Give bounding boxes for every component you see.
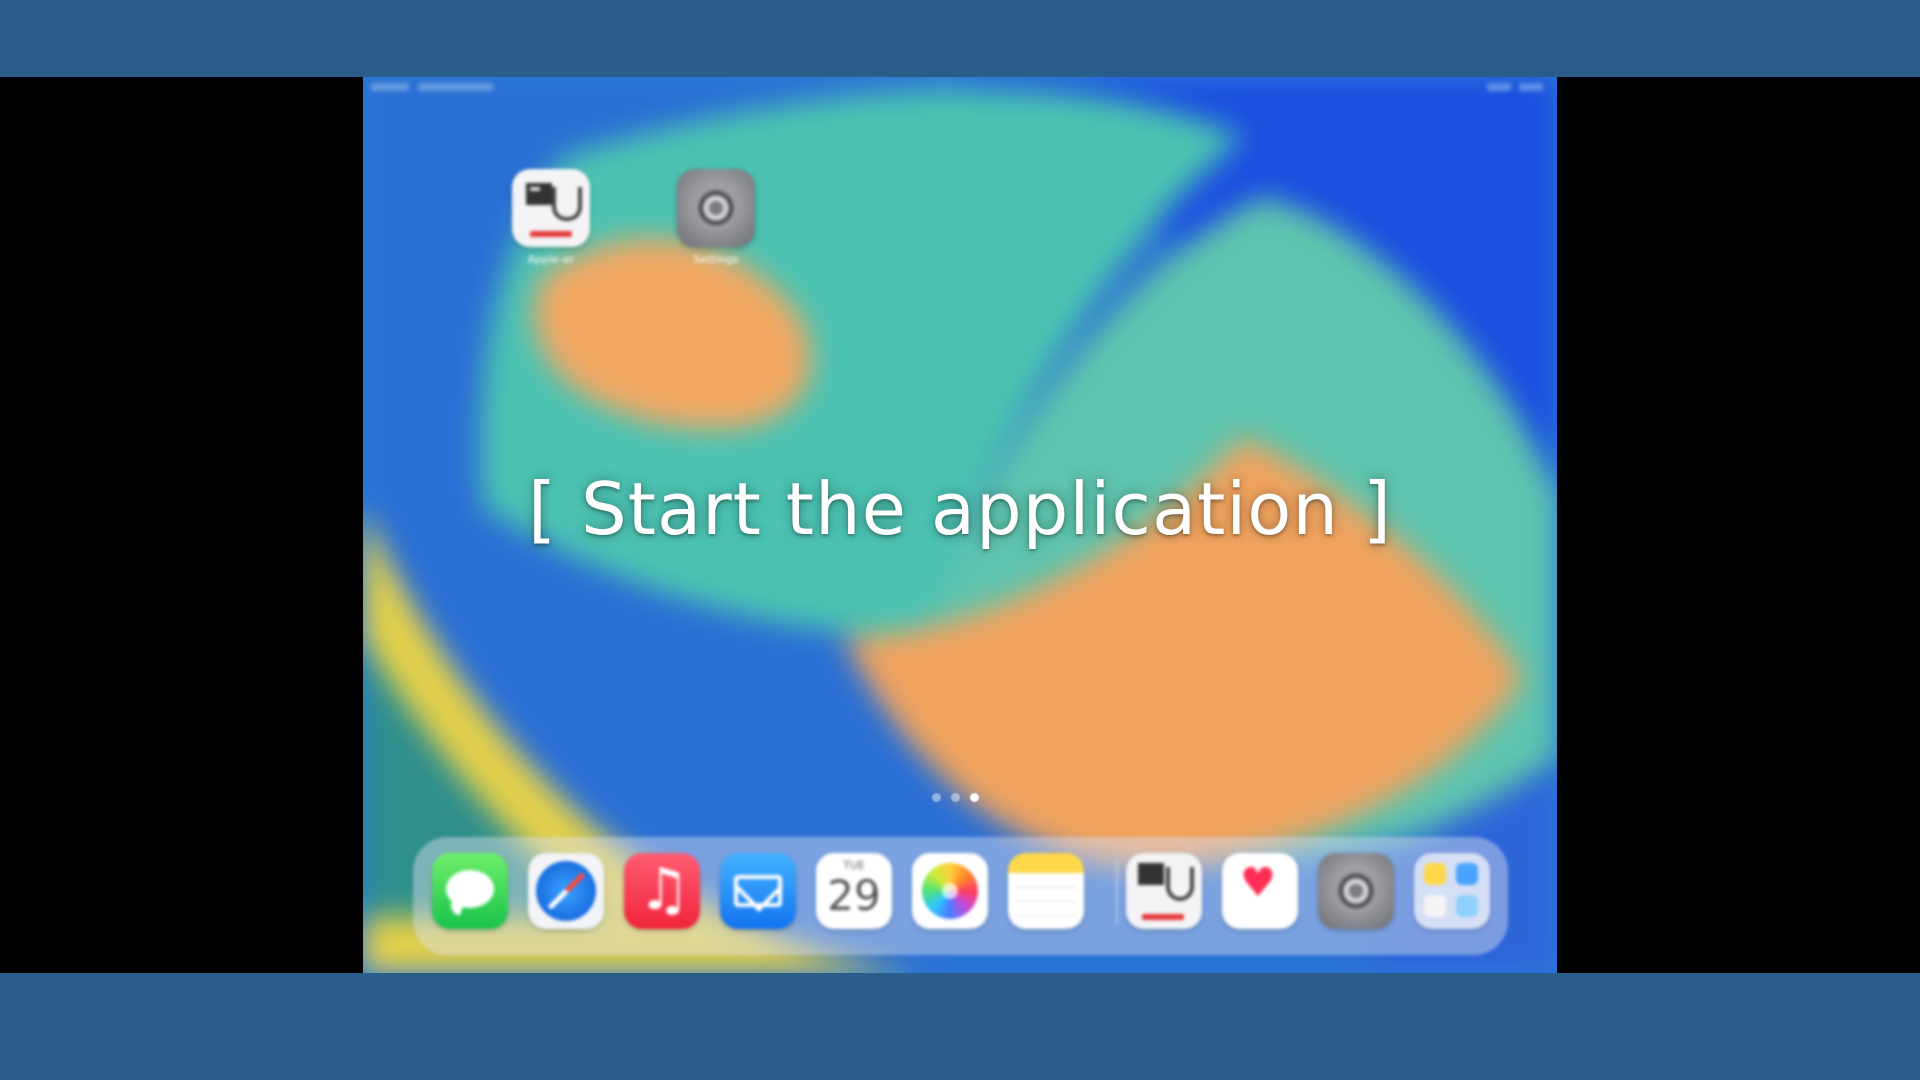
notes-icon[interactable] xyxy=(1008,853,1084,929)
calendar-date: 29 xyxy=(827,871,881,920)
home-app-settings[interactable]: Settings xyxy=(671,169,761,266)
health-heart-icon[interactable]: ♥ xyxy=(1222,853,1298,929)
wifi-icon xyxy=(1487,83,1511,91)
page-dot-current[interactable] xyxy=(970,793,979,802)
home-app-apple-er[interactable]: Apple-er xyxy=(506,169,596,266)
time-indicator xyxy=(371,83,409,91)
app-library-icon[interactable] xyxy=(1414,853,1490,929)
ipad-screen: Apple-er Settings [ Start the applicatio… xyxy=(363,77,1557,973)
page-dot[interactable] xyxy=(951,793,960,802)
battery-icon xyxy=(1519,83,1543,91)
dock-separator xyxy=(1116,859,1118,925)
app-label: Apple-er xyxy=(527,253,575,266)
overlay-caption: [ Start the application ] xyxy=(528,467,1392,551)
app-label: Settings xyxy=(693,253,739,266)
messages-icon[interactable] xyxy=(432,853,508,929)
page-indicator[interactable] xyxy=(932,793,979,805)
settings-gear-icon[interactable] xyxy=(1318,853,1394,929)
photos-flower-icon[interactable] xyxy=(912,853,988,929)
music-note-icon[interactable]: ♫ xyxy=(624,853,700,929)
demo-app-icon xyxy=(512,169,590,247)
top-frame-band xyxy=(0,0,1920,77)
demo-app-icon[interactable] xyxy=(1126,853,1202,929)
bottom-frame-band xyxy=(0,973,1920,1080)
date-indicator xyxy=(418,83,493,91)
status-bar xyxy=(363,77,1557,99)
settings-gear-icon xyxy=(677,169,755,247)
calendar-icon[interactable]: TUE 29 xyxy=(816,853,892,929)
page-dot[interactable] xyxy=(932,793,941,802)
mail-envelope-icon[interactable] xyxy=(720,853,796,929)
dock: ♫ TUE 29 ♥ xyxy=(413,837,1508,955)
safari-compass-icon[interactable] xyxy=(528,853,604,929)
